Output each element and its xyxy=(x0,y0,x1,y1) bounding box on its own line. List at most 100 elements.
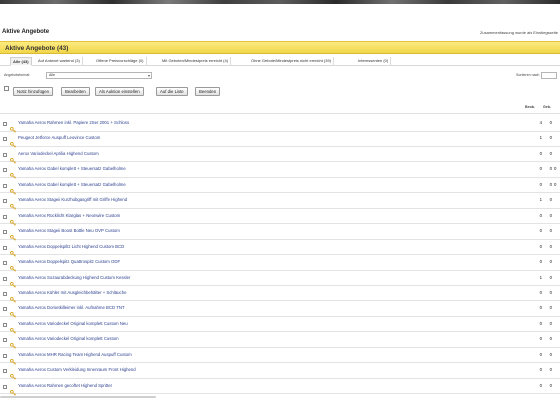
listing-title-link[interactable]: Aerox Variodeckel Aprilia Highend Custom xyxy=(18,151,99,156)
row-checkbox[interactable] xyxy=(3,291,7,296)
edit-button[interactable]: Bearbeiten xyxy=(61,87,90,96)
table-row: Yamaha Aerox Variodeckel Original komple… xyxy=(0,317,560,334)
listing-title-link[interactable]: Yamaha Aerox Gabel komplett + Steuersatz… xyxy=(18,166,126,171)
sort-select[interactable] xyxy=(541,72,557,79)
tab-interested[interactable]: Interessenten (0) xyxy=(356,57,392,66)
row-bids: 0 xyxy=(549,336,552,342)
listing-title-link[interactable]: Yamaha Aerox Stageii Boost Bottle Neu OV… xyxy=(18,228,120,233)
row-checkbox[interactable] xyxy=(3,168,7,173)
row-bids: 0 xyxy=(549,289,552,295)
sort-label: Sortieren nach xyxy=(516,73,540,77)
end-listing-button[interactable]: Beenden xyxy=(195,87,221,96)
row-checkbox[interactable] xyxy=(3,307,7,312)
key-icon xyxy=(10,135,16,149)
row-checkbox[interactable] xyxy=(3,353,7,358)
column-header-bids[interactable]: Geb. xyxy=(543,105,551,109)
row-watchers: 0 xyxy=(539,351,542,357)
tab-bar: Alle (43) Auf Antwort wartend (3) Offene… xyxy=(0,57,560,66)
row-watchers: 0 xyxy=(539,228,542,234)
key-icon xyxy=(10,305,16,319)
filter-row: Angebotsformat Alle ▾ Sortieren nach xyxy=(0,72,560,80)
row-bids: 0 xyxy=(549,320,552,326)
listing-title-link[interactable]: Yamaha Aerox Custom Verkleidung Innenrau… xyxy=(18,367,136,372)
key-icon xyxy=(10,120,16,133)
table-row: Yamaha Aerox Doppelspitz Quattrospitz Cu… xyxy=(0,255,560,272)
tab-with-bids[interactable]: Mit Geboten/Mindestpreis erreicht (4) xyxy=(160,57,232,66)
horizontal-scrollbar[interactable] xyxy=(0,396,156,398)
tab-open-offers[interactable]: Offene Preisvorschläge (0) xyxy=(94,57,147,66)
key-icon xyxy=(10,352,16,365)
tab-all[interactable]: Alle (43) xyxy=(10,57,32,66)
row-checkbox[interactable] xyxy=(3,137,7,142)
table-row: Yamaha Aerox Rahmen gecoftet Highend Spr… xyxy=(0,379,560,396)
row-checkbox[interactable] xyxy=(3,214,7,219)
row-checkbox[interactable] xyxy=(3,338,7,343)
row-checkbox[interactable] xyxy=(3,230,7,235)
add-to-list-button[interactable]: Auf die Liste xyxy=(156,87,188,96)
row-checkbox[interactable] xyxy=(3,152,7,157)
key-icon xyxy=(10,213,16,226)
listing-title-link[interactable]: Yamaha Aerox Gabel komplett + Steuersatz… xyxy=(18,182,126,187)
row-watchers: 0 xyxy=(539,212,542,218)
listing-title-link[interactable]: Yamaha Aerox Dorsetkilleimer inkl. Aufna… xyxy=(18,305,125,310)
page-title: Aktive Angebote xyxy=(2,29,50,35)
row-checkbox[interactable] xyxy=(3,384,7,389)
listing-title-link[interactable]: Peugeot Jetforce Auspuff Leovince Custom xyxy=(18,135,100,140)
row-extra-value: 0 xyxy=(554,181,557,187)
row-extra-value: 0 xyxy=(554,166,557,172)
row-checkbox[interactable] xyxy=(3,276,7,281)
row-checkbox[interactable] xyxy=(3,245,7,250)
listing-title-link[interactable]: Yamaha Aerox Variodeckel Original komple… xyxy=(18,336,119,341)
summary-note[interactable]: Zusammenfassung wurde als Einstiegsseite xyxy=(480,30,558,35)
row-watchers: 0 xyxy=(539,150,542,156)
row-watchers: 0 xyxy=(539,320,542,326)
table-row: Yamaha Aerox Sozaurabdeckung Highend Cus… xyxy=(0,271,560,288)
row-bids: 0 xyxy=(549,351,552,357)
row-checkbox[interactable] xyxy=(3,369,7,374)
row-checkbox[interactable] xyxy=(3,122,7,126)
key-icon xyxy=(10,151,16,164)
listing-title-link[interactable]: Yamaha Aerox Sozaurabdeckung Highend Cus… xyxy=(18,275,130,280)
row-checkbox[interactable] xyxy=(3,261,7,266)
row-bids: 0 xyxy=(549,382,552,388)
top-image-strip xyxy=(0,0,560,4)
row-watchers: 1 xyxy=(539,135,542,141)
table-row: Yamaha Aerox Doppelspiltz Licht Highend … xyxy=(0,240,560,257)
listing-title-link[interactable]: Yamaha Aerox Stageii Kurzhubgasgriff mit… xyxy=(18,197,127,202)
listing-title-link[interactable]: Yamaha Aerox MHR Racing Team Highend Aus… xyxy=(18,352,132,357)
row-checkbox[interactable] xyxy=(3,322,7,327)
row-bids: 0 xyxy=(549,367,552,373)
listing-title-link[interactable]: Yamaha Aerox Rücklicht Klarglas + Neonwi… xyxy=(18,213,120,218)
header-divider xyxy=(0,113,560,114)
row-watchers: 0 xyxy=(539,336,542,342)
table-row: Yamaha Aerox Kühler mit Ausgleichbehälte… xyxy=(0,286,560,303)
row-checkbox[interactable] xyxy=(3,199,7,204)
row-bids: 0 xyxy=(549,305,552,311)
format-filter-select[interactable]: Alle ▾ xyxy=(46,72,152,79)
listing-title-link[interactable]: Yamaha Aerox Rahmen inkl. Papiere 2Ser 2… xyxy=(18,120,129,125)
row-bids: 0 xyxy=(549,166,552,172)
row-watchers: 0 xyxy=(539,289,542,295)
tab-without-bids[interactable]: Ohne Gebote/Mindestpreis nicht erreicht … xyxy=(249,57,335,66)
row-checkbox[interactable] xyxy=(3,183,7,188)
key-icon xyxy=(10,197,16,210)
row-bids: 0 xyxy=(549,197,552,203)
listing-title-link[interactable]: Yamaha Aerox Rahmen gecoftet Highend Spr… xyxy=(18,383,112,388)
row-watchers: 0 xyxy=(539,181,542,187)
row-bids: 0 xyxy=(549,243,552,249)
table-row: Yamaha Aerox Stageii Boost Bottle Neu OV… xyxy=(0,224,560,241)
select-all-checkbox[interactable] xyxy=(4,86,9,91)
table-row: Yamaha Aerox Custom Verkleidung Innenrau… xyxy=(0,363,560,380)
row-bids: 0 xyxy=(549,259,552,265)
column-header-watchers[interactable]: Beob. xyxy=(525,105,535,109)
tab-awaiting-reply[interactable]: Auf Antwort wartend (3) xyxy=(36,57,83,66)
listing-title-link[interactable]: Yamaha Aerox Kühler mit Ausgleichbehälte… xyxy=(18,290,126,295)
section-banner: Aktive Angebote (43) xyxy=(0,41,560,54)
listing-title-link[interactable]: Yamaha Aerox Doppelspiltz Licht Highend … xyxy=(18,244,124,249)
listing-title-link[interactable]: Yamaha Aerox Variodeckel Original komple… xyxy=(18,321,128,326)
listing-title-link[interactable]: Yamaha Aerox Doppelspitz Quattrospitz Cu… xyxy=(18,259,120,264)
add-note-button[interactable]: Notiz hinzufügen xyxy=(13,87,54,96)
list-as-auction-button[interactable]: Als Auktion einstellen xyxy=(95,87,144,96)
row-watchers: 1 xyxy=(539,197,542,203)
row-watchers: 0 xyxy=(539,382,542,388)
